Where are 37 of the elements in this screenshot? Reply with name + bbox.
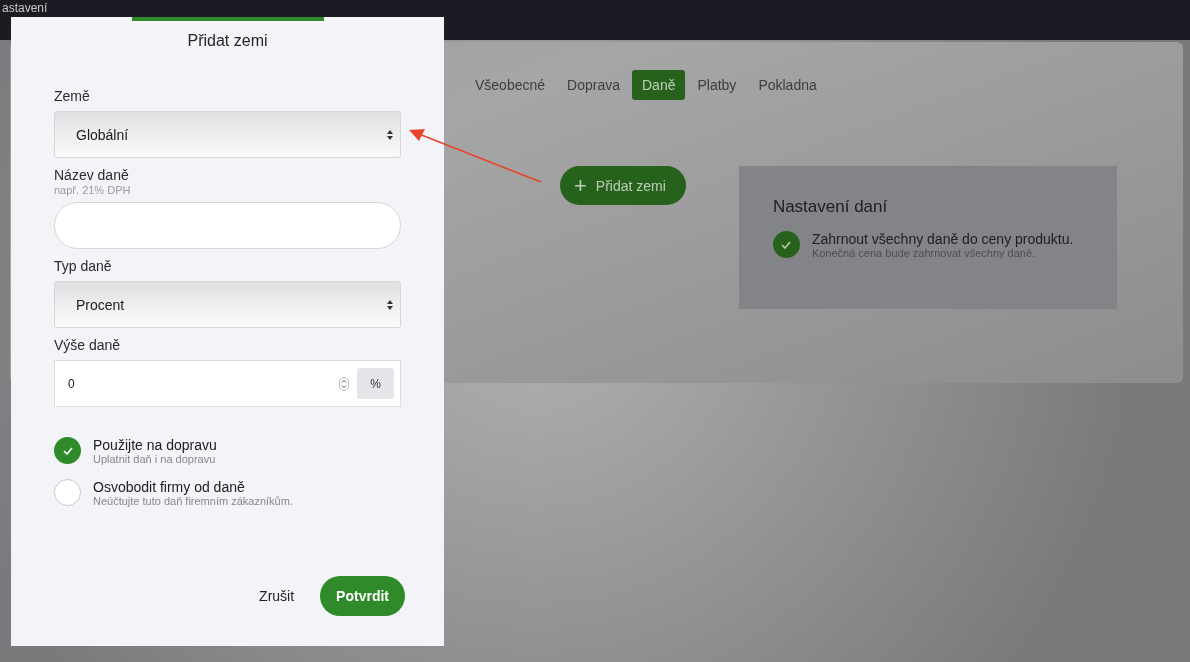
field-label: Země: [54, 88, 91, 104]
page-title: astavení: [2, 1, 48, 15]
select-arrows-icon: [386, 298, 394, 311]
checkmark-icon: [62, 446, 73, 455]
tab[interactable]: Doprava: [557, 70, 630, 100]
number-field[interactable]: 0 %: [54, 360, 401, 407]
dialog-title: Přidat zemi: [186, 32, 269, 50]
unit-label: %: [357, 368, 394, 399]
field-label: Typ daně: [54, 258, 113, 274]
field-value: 0: [68, 376, 76, 391]
add-country-button[interactable]: + Přidat zemi: [560, 166, 686, 205]
field-label: Název daně: [54, 167, 130, 183]
checkbox[interactable]: [54, 479, 81, 506]
option-label: Použijte na dopravu: [93, 437, 217, 453]
select-value: Procent: [76, 296, 125, 313]
option-label: Zahrnout všechny daně do ceny produktu.: [811, 231, 1074, 247]
select-value: Globální: [76, 126, 129, 143]
field-hint: např. 21% DPH: [54, 184, 132, 196]
option-hint: Uplatnit daň i na dopravu: [93, 453, 217, 465]
option-label: Osvobodit firmy od daně: [93, 479, 246, 495]
spinner-icon: [339, 376, 349, 391]
tab[interactable]: Pokladna: [748, 70, 827, 100]
option-hint: Neúčtujte tuto daň firemním zákazníkům.: [93, 495, 293, 507]
input-field[interactable]: [54, 202, 401, 249]
tab[interactable]: Daně: [632, 70, 686, 100]
checkmark-icon: [781, 240, 792, 249]
cancel-button[interactable]: Zrušit: [253, 587, 301, 605]
select-field[interactable]: Procent: [54, 281, 401, 328]
tab[interactable]: Platby: [687, 70, 747, 100]
confirm-button[interactable]: Potvrdit: [320, 576, 405, 616]
tab[interactable]: Všeobecné: [465, 70, 556, 100]
field-label: Výše daně: [54, 337, 122, 353]
select-field[interactable]: Globální: [54, 111, 401, 158]
panel-title: Nastavení daní: [772, 197, 889, 217]
checkbox[interactable]: [54, 437, 81, 464]
checkbox[interactable]: [772, 231, 800, 258]
select-arrows-icon: [386, 128, 394, 141]
